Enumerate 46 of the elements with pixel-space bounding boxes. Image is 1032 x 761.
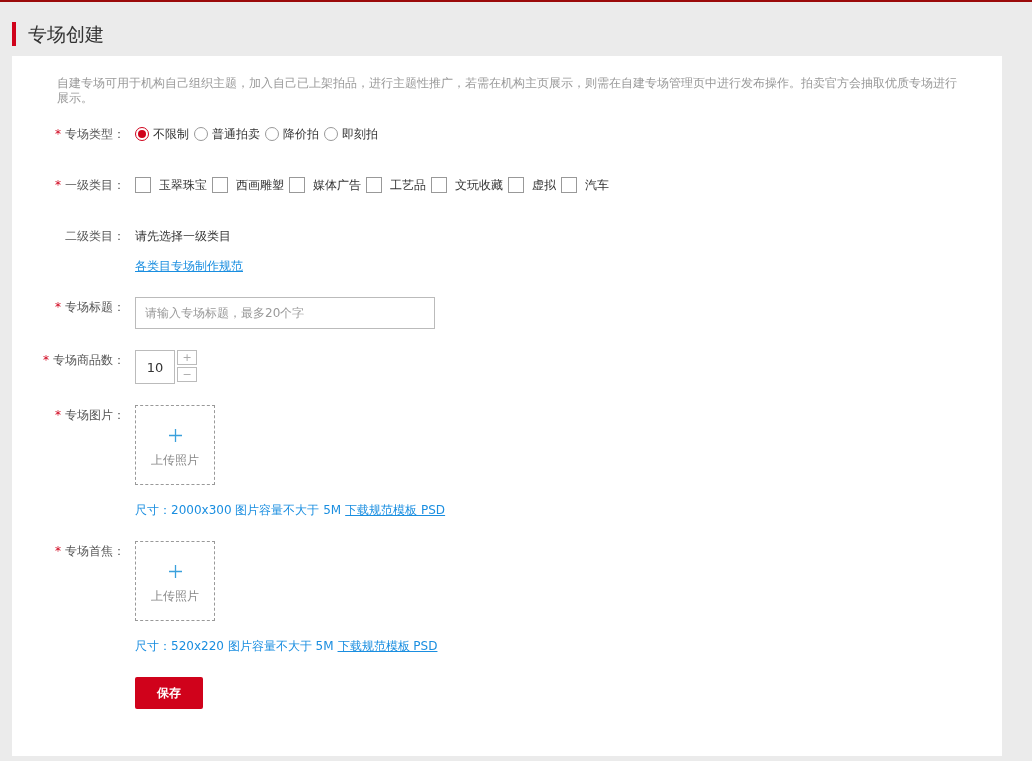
required-mark: * bbox=[55, 177, 61, 194]
checkbox[interactable] bbox=[366, 177, 382, 193]
required-mark: * bbox=[55, 543, 61, 560]
checkbox[interactable] bbox=[508, 177, 524, 193]
checkbox-option[interactable]: 玉翠珠宝 bbox=[135, 175, 207, 195]
description-text: 自建专场可用于机构自己组织主题，加入自己已上架拍品，进行主题性推广，若需在机构主页展示，则需在自建专场管理页中进行发布操作。拍卖官方会抽取优质专场进行展示。 bbox=[57, 76, 957, 106]
size-hint: 尺寸：520x220 图片容量不大于 5M bbox=[135, 638, 334, 655]
page-title: 专场创建 bbox=[12, 22, 104, 46]
checkbox-option[interactable]: 虚拟 bbox=[508, 175, 556, 195]
title-input[interactable]: 请输入专场标题，最多20个字 bbox=[135, 297, 435, 329]
radio-option[interactable]: 降价拍 bbox=[265, 124, 319, 144]
radio-option[interactable]: 普通拍卖 bbox=[194, 124, 260, 144]
checkbox[interactable] bbox=[212, 177, 228, 193]
field-label: 专场图片： bbox=[65, 407, 125, 424]
required-mark: * bbox=[43, 352, 49, 369]
guidelines-link[interactable]: 各类目专场制作规范 bbox=[135, 256, 243, 276]
checkbox-option[interactable]: 媒体广告 bbox=[289, 175, 361, 195]
checkbox-option[interactable]: 西画雕塑 bbox=[212, 175, 284, 195]
radio-option[interactable]: 不限制 bbox=[135, 124, 189, 144]
required-mark: * bbox=[55, 126, 61, 143]
checkbox[interactable] bbox=[135, 177, 151, 193]
field-label: 专场商品数： bbox=[53, 352, 125, 369]
field-label: 专场类型： bbox=[65, 126, 125, 143]
upload-button[interactable]: 上传照片 bbox=[135, 405, 215, 485]
checkbox-option[interactable]: 工艺品 bbox=[366, 175, 426, 195]
checkbox-option[interactable]: 汽车 bbox=[561, 175, 609, 195]
save-button[interactable]: 保存 bbox=[135, 677, 203, 709]
required-mark: * bbox=[55, 407, 61, 424]
template-download-link[interactable]: 下载规范模板 PSD bbox=[345, 500, 446, 520]
plus-icon bbox=[168, 429, 182, 442]
required-mark: * bbox=[55, 299, 61, 316]
quantity-input[interactable]: 10 bbox=[135, 350, 175, 384]
upload-button[interactable]: 上传照片 bbox=[135, 541, 215, 621]
checkbox[interactable] bbox=[561, 177, 577, 193]
checkbox[interactable] bbox=[431, 177, 447, 193]
radio-option[interactable]: 即刻拍 bbox=[324, 124, 378, 144]
field-label: 专场首焦： bbox=[65, 543, 125, 560]
checkbox[interactable] bbox=[289, 177, 305, 193]
size-hint: 尺寸：2000x300 图片容量不大于 5M bbox=[135, 502, 342, 519]
checkbox-option[interactable]: 文玩收藏 bbox=[431, 175, 503, 195]
field-label: 一级类目： bbox=[65, 177, 125, 194]
template-download-link[interactable]: 下载规范模板 PSD bbox=[337, 636, 438, 656]
plus-icon bbox=[168, 565, 182, 578]
field-label: 二级类目： bbox=[65, 228, 125, 245]
field-value: 请先选择一级类目 bbox=[135, 228, 231, 245]
field-label: 专场标题： bbox=[65, 299, 125, 316]
